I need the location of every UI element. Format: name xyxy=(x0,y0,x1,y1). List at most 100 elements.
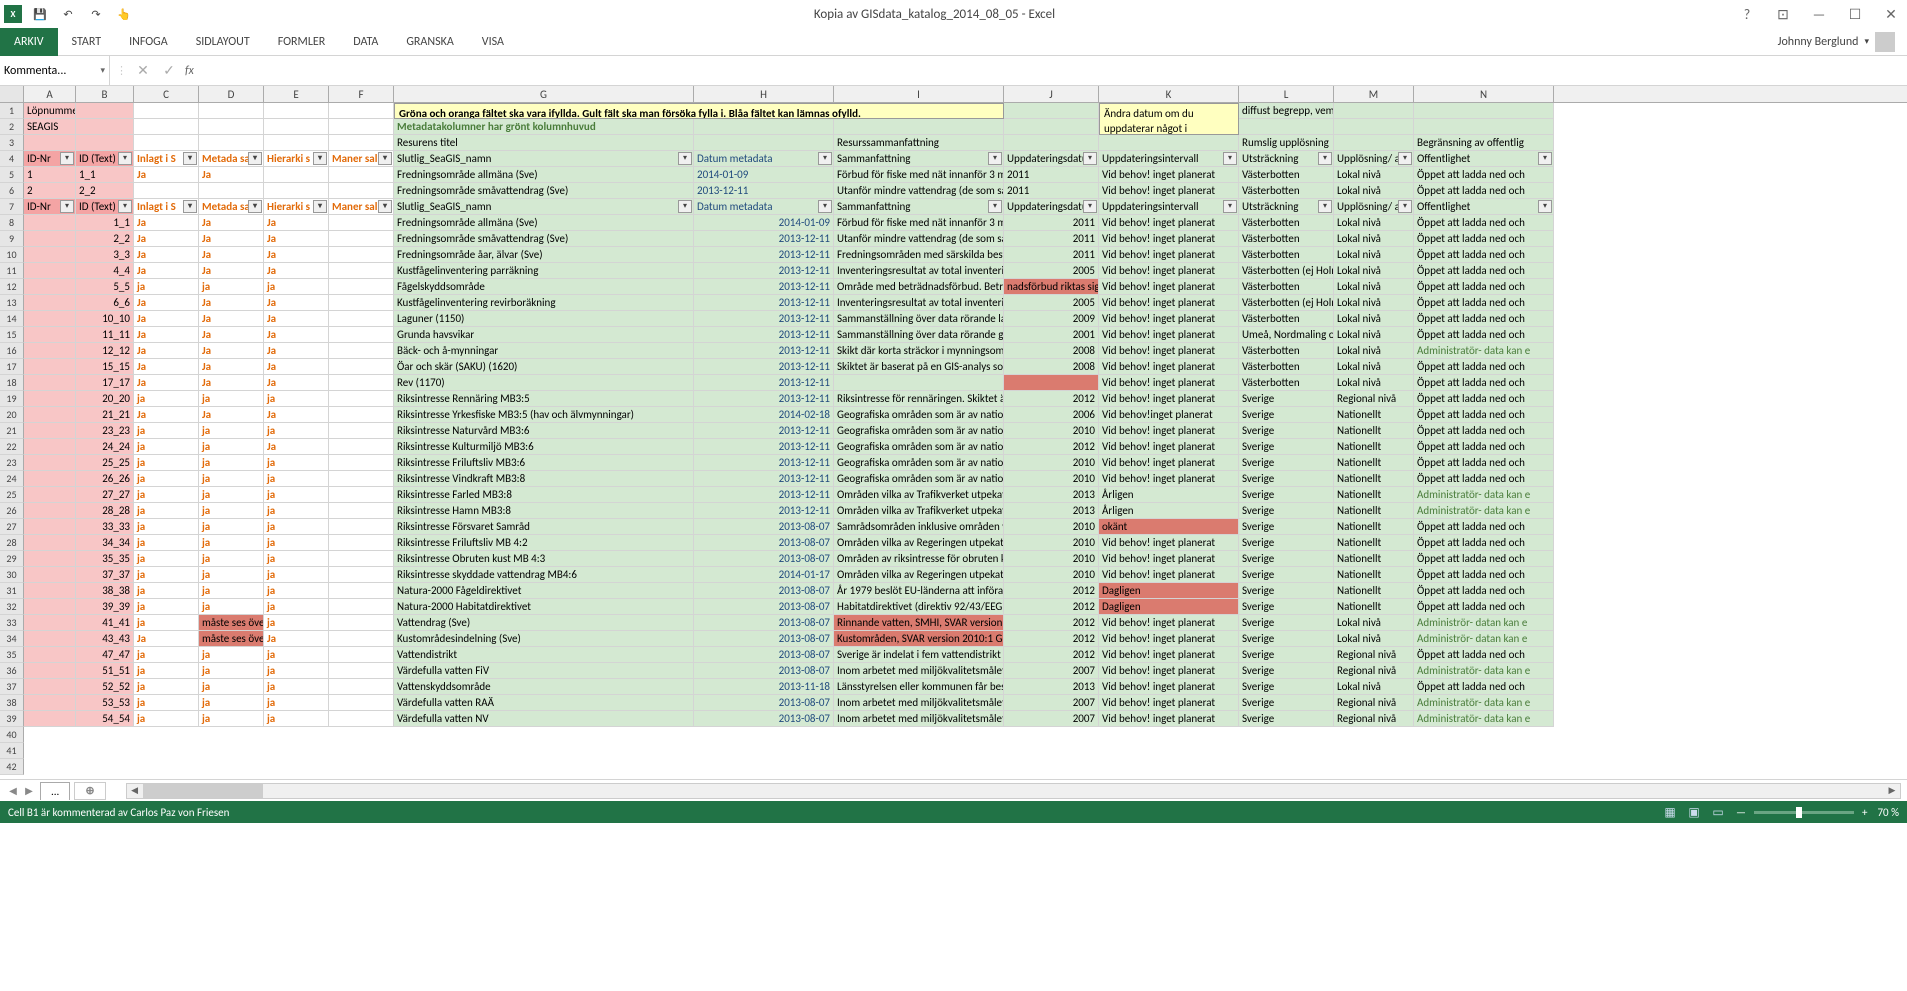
new-sheet-button[interactable]: ⊕ xyxy=(74,782,105,800)
cell[interactable] xyxy=(329,535,394,551)
cell[interactable]: Sverige xyxy=(1239,503,1334,519)
cell[interactable]: Vid behov! inget planerat xyxy=(1099,311,1239,327)
cell[interactable]: ja xyxy=(199,695,264,711)
cell[interactable]: Samrådsområden inklusive områden vil xyxy=(834,519,1004,535)
cell[interactable]: Vid behov! inget planerat xyxy=(1099,535,1239,551)
cell[interactable]: 2 xyxy=(24,183,76,199)
cell[interactable]: ja xyxy=(134,567,199,583)
cell[interactable]: 2_2 xyxy=(76,231,134,247)
cell[interactable]: SEAGIS xyxy=(24,119,76,135)
column-header-J[interactable]: J xyxy=(1004,86,1099,102)
cell[interactable]: Laguner (1150) xyxy=(394,311,694,327)
cell[interactable]: Värdefulla vatten FiV xyxy=(394,663,694,679)
row-header[interactable]: 34 xyxy=(0,631,24,647)
cell[interactable]: ja xyxy=(264,535,329,551)
row-header[interactable]: 28 xyxy=(0,535,24,551)
cell[interactable]: ja xyxy=(134,519,199,535)
cell[interactable]: Ja xyxy=(199,375,264,391)
filter-dropdown-icon[interactable]: ▾ xyxy=(118,200,132,213)
cell[interactable]: Öppet att ladda ned och xyxy=(1414,311,1554,327)
row-header[interactable]: 30 xyxy=(0,567,24,583)
cell[interactable]: 2013-12-11 xyxy=(694,295,834,311)
cell[interactable]: 2013 xyxy=(1004,487,1099,503)
cell[interactable]: 47_47 xyxy=(76,647,134,663)
cell[interactable]: Nationellt xyxy=(1334,583,1414,599)
cell[interactable]: Skiktet är baserat på en GIS-analys som xyxy=(834,359,1004,375)
cell[interactable]: År 1979 beslöt EU-länderna att införa sä… xyxy=(834,583,1004,599)
cell[interactable]: Sverige xyxy=(1239,599,1334,615)
cell[interactable]: Kustområdesindelning (Sve) xyxy=(394,631,694,647)
cell[interactable]: ja xyxy=(134,391,199,407)
cell[interactable]: Vid behov! inget planerat xyxy=(1099,327,1239,343)
cell[interactable]: ja xyxy=(134,471,199,487)
cell[interactable]: Riksintresse Friluftsliv MB3:6 xyxy=(394,455,694,471)
cell[interactable]: Vid behov! inget planerat xyxy=(1099,647,1239,663)
cell[interactable]: Datum metadata▾ xyxy=(694,199,834,215)
help-icon[interactable]: ? xyxy=(1735,2,1759,26)
cell[interactable]: Offentlighet▾ xyxy=(1414,199,1554,215)
cell[interactable] xyxy=(1334,103,1414,119)
cell[interactable]: 38_38 xyxy=(76,583,134,599)
cell[interactable]: Lokal nivå xyxy=(1334,167,1414,183)
cell[interactable]: Vid behov! inget planerat xyxy=(1099,375,1239,391)
row-header[interactable]: 21 xyxy=(0,423,24,439)
cell[interactable]: Lokal nivå xyxy=(1334,359,1414,375)
cell[interactable]: Ja xyxy=(199,407,264,423)
row-header[interactable]: 27 xyxy=(0,519,24,535)
cell[interactable] xyxy=(24,295,76,311)
cell[interactable]: Västerbotten xyxy=(1239,375,1334,391)
cell[interactable]: Fredningsområde allmäna (Sve) xyxy=(394,215,694,231)
cell[interactable]: Offentlighet▾ xyxy=(1414,151,1554,167)
cell[interactable] xyxy=(76,103,134,119)
cell[interactable]: Geografiska områden som är av natione xyxy=(834,423,1004,439)
cell[interactable]: Vid behov! inget planerat xyxy=(1099,663,1239,679)
cell[interactable] xyxy=(329,391,394,407)
cell[interactable]: ja xyxy=(264,455,329,471)
row-header[interactable]: 7 xyxy=(0,199,24,215)
cell[interactable]: Öppet att ladda ned och xyxy=(1414,551,1554,567)
cell[interactable]: Geografiska områden som är av natione xyxy=(834,407,1004,423)
cell[interactable]: 27_27 xyxy=(76,487,134,503)
cell[interactable]: Fågelskyddsområde xyxy=(394,279,694,295)
cell[interactable]: 26_26 xyxy=(76,471,134,487)
cell[interactable]: Riksintresse Yrkesfiske MB3:5 (hav och ä… xyxy=(394,407,694,423)
cell[interactable]: 2013-12-11 xyxy=(694,231,834,247)
cell[interactable]: Öppet att ladda ned och xyxy=(1414,519,1554,535)
column-header-H[interactable]: H xyxy=(694,86,834,102)
cell[interactable]: Öppet att ladda ned och xyxy=(1414,391,1554,407)
cell[interactable] xyxy=(834,119,1004,135)
cell[interactable]: Inventeringsresultat av total inventerin… xyxy=(834,263,1004,279)
cell[interactable] xyxy=(24,391,76,407)
close-icon[interactable]: ✕ xyxy=(1879,2,1903,26)
row-header[interactable]: 25 xyxy=(0,487,24,503)
cell[interactable] xyxy=(264,103,329,119)
cell[interactable]: 2005 xyxy=(1004,295,1099,311)
row-header[interactable]: 29 xyxy=(0,551,24,567)
cell[interactable]: ja xyxy=(199,567,264,583)
cell[interactable] xyxy=(24,535,76,551)
cell[interactable]: 2013-12-11 xyxy=(694,263,834,279)
cell[interactable] xyxy=(329,215,394,231)
filter-dropdown-icon[interactable]: ▾ xyxy=(378,200,392,213)
cell[interactable]: 2010 xyxy=(1004,471,1099,487)
cell[interactable]: 2013-11-18 xyxy=(694,679,834,695)
cell[interactable]: Grunda havsvikar xyxy=(394,327,694,343)
filter-dropdown-icon[interactable]: ▾ xyxy=(248,152,262,165)
cell[interactable]: 2013-12-11 xyxy=(694,279,834,295)
cell[interactable]: 51_51 xyxy=(76,663,134,679)
cell[interactable]: Riksintresse Försvaret Samråd xyxy=(394,519,694,535)
cell[interactable]: 2013-08-07 xyxy=(694,583,834,599)
prev-sheet-icon[interactable]: ◀ xyxy=(6,783,20,799)
cell[interactable] xyxy=(24,343,76,359)
cell[interactable]: Västerbotten xyxy=(1239,247,1334,263)
cell[interactable]: ja xyxy=(264,711,329,727)
cell[interactable]: Lokal nivå xyxy=(1334,279,1414,295)
cell[interactable]: Nationellt xyxy=(1334,471,1414,487)
cell[interactable]: 2013-12-11 xyxy=(694,311,834,327)
cell[interactable]: ja xyxy=(264,647,329,663)
cell[interactable]: Öppet att ladda ned och xyxy=(1414,327,1554,343)
cell[interactable]: 53_53 xyxy=(76,695,134,711)
cell[interactable]: ja xyxy=(134,455,199,471)
cell[interactable]: ja xyxy=(264,279,329,295)
cell[interactable]: Sverige xyxy=(1239,471,1334,487)
